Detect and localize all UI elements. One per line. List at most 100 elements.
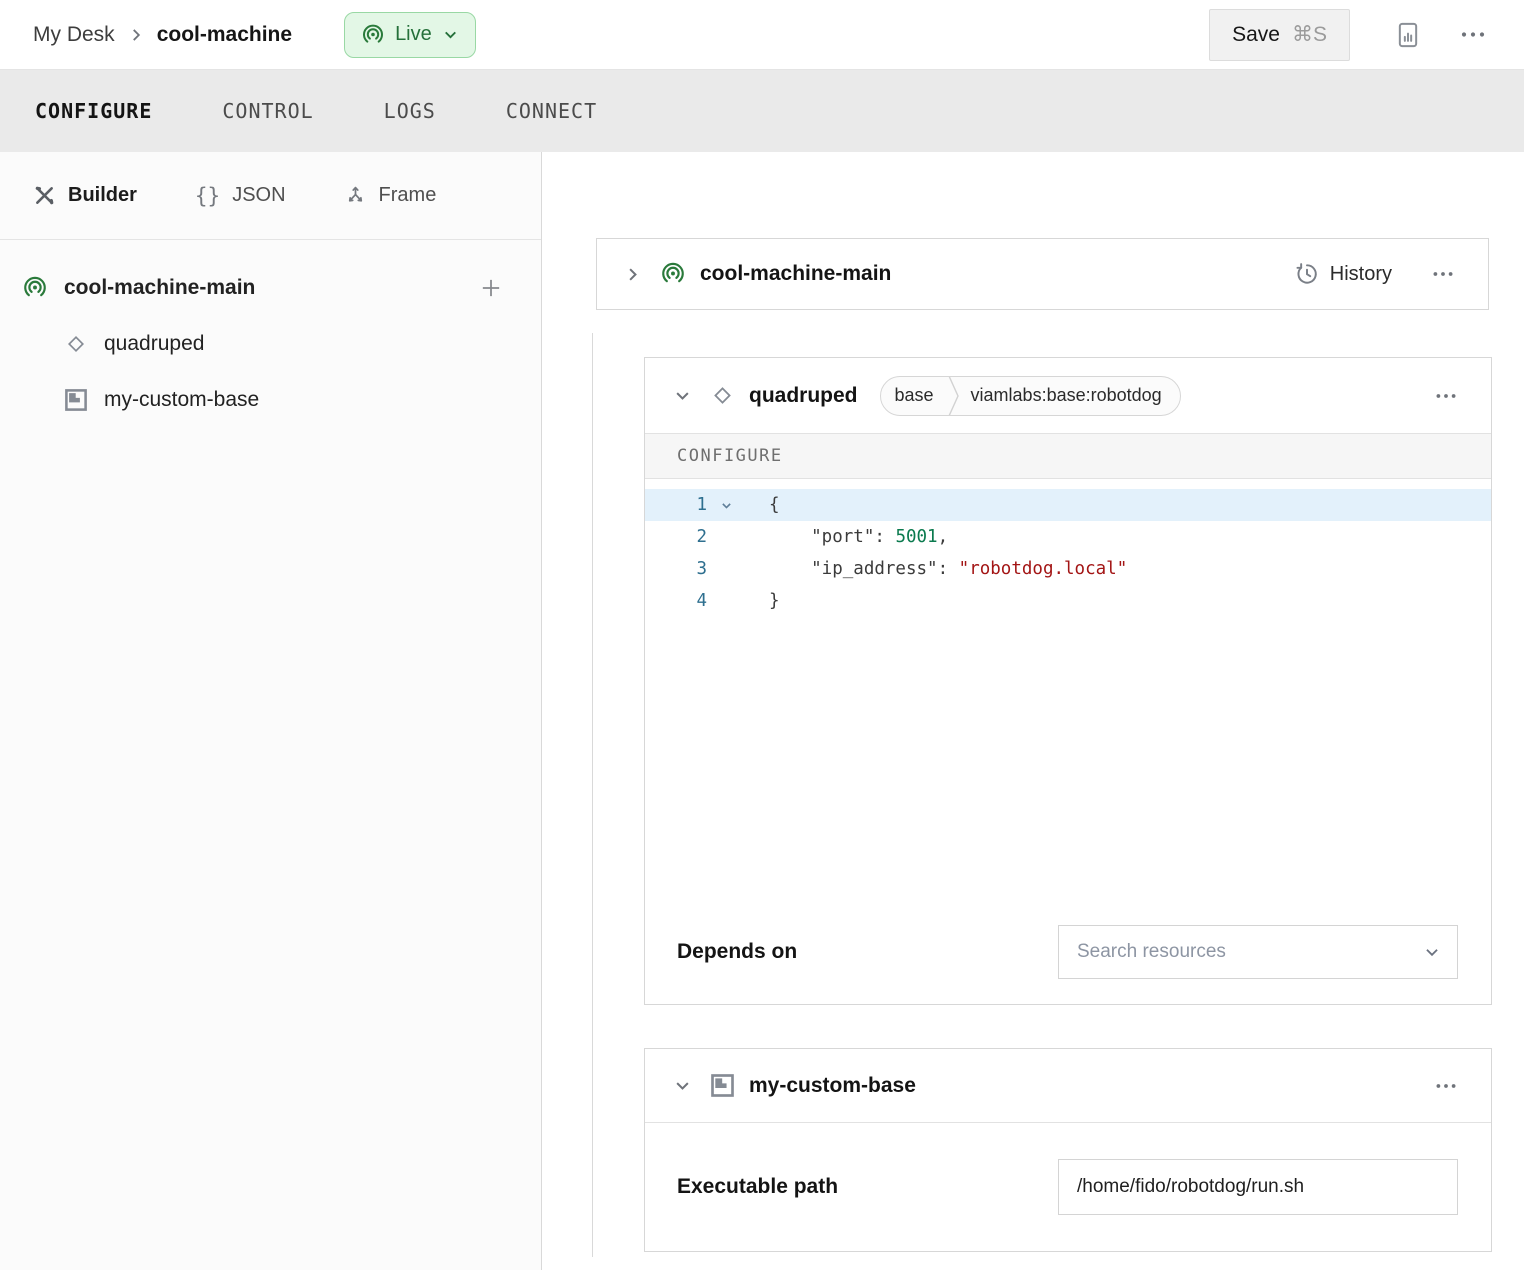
quadruped-card-header: quadruped base viamlabs:base:robotdog — [645, 358, 1491, 433]
diamond-icon — [64, 332, 88, 356]
mode-json-label: JSON — [232, 184, 285, 207]
mode-json-button[interactable]: {} JSON — [195, 184, 286, 208]
breadcrumb-parent[interactable]: My Desk — [33, 23, 115, 47]
sidebar: Builder {} JSON Frame — [0, 152, 542, 1270]
machine-part-card: cool-machine-main History — [596, 238, 1489, 310]
resource-tree: cool-machine-main quadruped my-custom-ba… — [0, 240, 541, 428]
depends-on-placeholder: Search resources — [1077, 941, 1226, 963]
code-line: 2 "port": 5001, — [645, 521, 1491, 553]
depends-on-row: Depends on Search resources — [645, 899, 1491, 1004]
header-overflow-menu-button[interactable] — [1452, 22, 1494, 47]
chevron-down-icon — [673, 386, 692, 405]
chevron-down-icon — [720, 499, 733, 512]
save-shortcut: ⌘S — [1292, 22, 1327, 47]
module-icon — [710, 1073, 735, 1098]
code-text: "ip_address": "robotdog.local" — [745, 553, 1127, 585]
ellipsis-icon — [1435, 1082, 1457, 1090]
code-text: "port": 5001, — [745, 521, 948, 553]
line-number: 4 — [645, 585, 707, 617]
depends-on-select[interactable]: Search resources — [1058, 925, 1458, 979]
code-line: 4 } — [645, 585, 1491, 617]
ellipsis-icon — [1460, 30, 1486, 39]
chevron-right-icon — [623, 265, 642, 284]
breadcrumb-current: cool-machine — [157, 23, 292, 47]
machine-status-dropdown[interactable]: Live — [344, 12, 476, 58]
plus-icon — [477, 274, 505, 302]
axes-icon — [344, 184, 367, 207]
module-icon — [64, 388, 88, 412]
line-number: 1 — [645, 489, 707, 521]
tab-logs[interactable]: LOGS — [382, 93, 438, 129]
mode-frame-label: Frame — [379, 184, 437, 207]
history-button[interactable]: History — [1294, 261, 1392, 287]
mode-builder-button[interactable]: Builder — [33, 184, 137, 207]
mode-frame-button[interactable]: Frame — [344, 184, 437, 207]
badge-separator-icon — [948, 376, 959, 416]
component-model[interactable]: viamlabs:base:robotdog — [959, 385, 1180, 406]
collapse-card-button[interactable] — [669, 1072, 696, 1099]
executable-path-label: Executable path — [677, 1175, 838, 1199]
tree-item-quadruped[interactable]: quadruped — [0, 316, 541, 372]
tree-item-label: cool-machine-main — [64, 276, 255, 300]
code-line: 1 { — [645, 489, 1491, 521]
tree-item-machine-part[interactable]: cool-machine-main — [0, 260, 541, 316]
save-button[interactable]: Save ⌘S — [1209, 9, 1350, 61]
nesting-connector-line — [592, 333, 593, 1257]
configure-section-label: CONFIGURE — [645, 433, 1491, 479]
component-type: base — [881, 385, 948, 406]
status-label: Live — [395, 23, 432, 46]
add-resource-button[interactable] — [477, 274, 505, 302]
expand-card-button[interactable] — [619, 261, 646, 288]
signal-icon — [660, 261, 686, 287]
ellipsis-icon — [1435, 392, 1457, 400]
tree-item-label: my-custom-base — [104, 388, 259, 412]
live-signal-icon — [361, 23, 385, 47]
history-label: History — [1330, 263, 1392, 286]
chevron-down-icon — [1423, 943, 1441, 961]
mode-builder-label: Builder — [68, 184, 137, 207]
tree-item-label: quadruped — [104, 332, 204, 356]
component-title: quadruped — [749, 384, 858, 408]
tab-connect[interactable]: CONNECT — [504, 93, 599, 129]
history-clock-icon — [1294, 261, 1320, 287]
tools-icon — [33, 184, 56, 207]
machine-part-menu-button[interactable] — [1424, 262, 1462, 286]
component-card-quadruped: quadruped base viamlabs:base:robotdog CO… — [644, 357, 1492, 1005]
view-mode-switcher: Builder {} JSON Frame — [0, 152, 541, 240]
top-header: My Desk cool-machine Live Save ⌘S — [0, 0, 1524, 70]
line-number: 3 — [645, 553, 707, 585]
machine-part-title: cool-machine-main — [700, 262, 891, 286]
tree-item-my-custom-base[interactable]: my-custom-base — [0, 372, 541, 428]
base-card-header: my-custom-base — [645, 1049, 1491, 1123]
executable-path-row: Executable path — [645, 1123, 1491, 1251]
braces-icon: {} — [195, 184, 220, 208]
machine-report-button[interactable] — [1386, 13, 1430, 57]
json-attributes-editor[interactable]: 1 { 2 "port": 5001, 3 "ip_address": "rob… — [645, 479, 1491, 899]
fold-toggle[interactable] — [707, 489, 745, 521]
quadruped-menu-button[interactable] — [1427, 384, 1465, 408]
save-label: Save — [1232, 23, 1280, 47]
breadcrumb: My Desk cool-machine — [33, 23, 292, 47]
machine-part-card-header: cool-machine-main History — [597, 239, 1488, 309]
base-menu-button[interactable] — [1427, 1074, 1465, 1098]
collapse-card-button[interactable] — [669, 382, 696, 409]
config-canvas: cool-machine-main History — [542, 152, 1524, 1270]
tab-control[interactable]: CONTROL — [220, 93, 315, 129]
chevron-down-icon — [442, 26, 459, 43]
depends-on-label: Depends on — [677, 940, 797, 964]
code-text: } — [745, 585, 780, 617]
chevron-down-icon — [673, 1076, 692, 1095]
code-text: { — [745, 489, 780, 521]
component-card-my-custom-base: my-custom-base Executable path — [644, 1048, 1492, 1252]
diamond-icon — [710, 383, 735, 408]
tab-configure[interactable]: CONFIGURE — [33, 93, 154, 129]
tab-bar: CONFIGURE CONTROL LOGS CONNECT — [0, 70, 1524, 152]
executable-path-input[interactable] — [1058, 1159, 1458, 1215]
component-model-badge: base viamlabs:base:robotdog — [880, 376, 1181, 416]
base-title: my-custom-base — [749, 1074, 916, 1098]
ellipsis-icon — [1432, 270, 1454, 278]
signal-icon — [22, 275, 48, 301]
line-number: 2 — [645, 521, 707, 553]
chevron-right-icon — [127, 26, 145, 44]
file-chart-icon — [1394, 21, 1422, 49]
